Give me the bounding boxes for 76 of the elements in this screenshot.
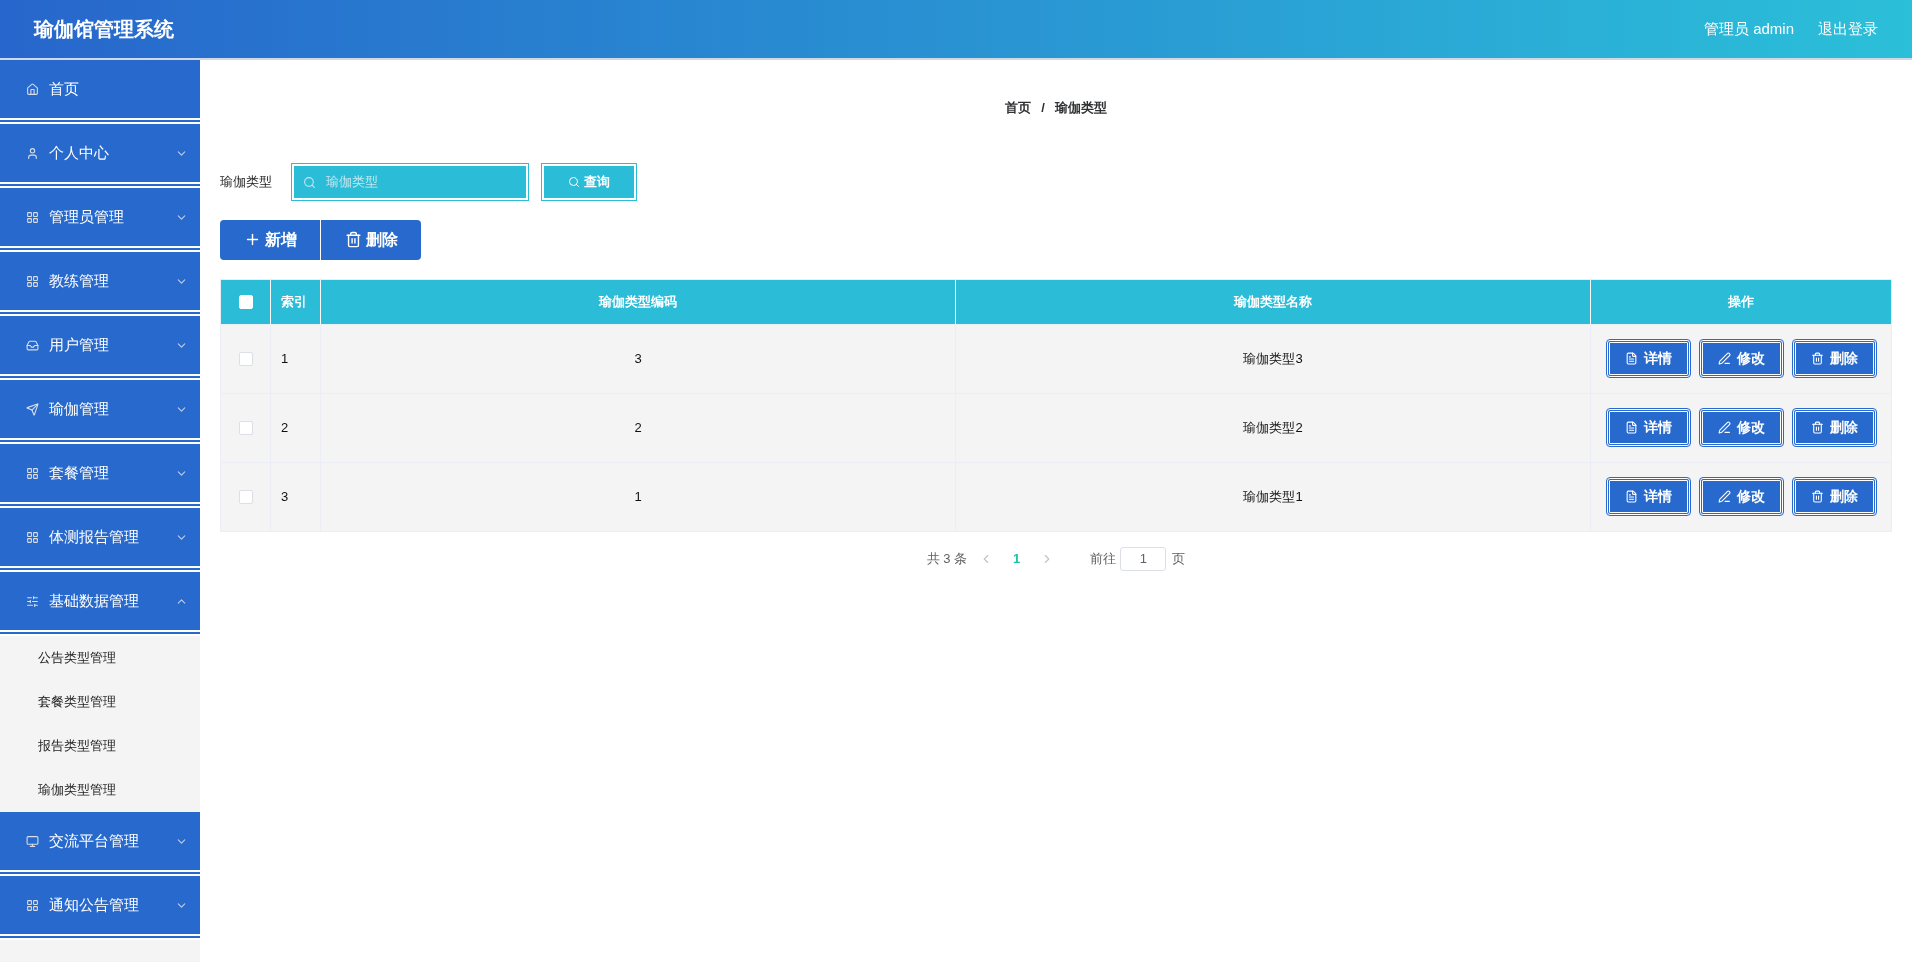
pencil-icon	[1717, 490, 1731, 503]
sidebar-item[interactable]: 管理员管理	[0, 188, 200, 252]
sidebar-item[interactable]: 首页	[0, 60, 200, 124]
home-icon	[26, 82, 39, 96]
search-icon	[303, 175, 316, 189]
search-icon	[568, 175, 580, 188]
delete-button[interactable]: 删除	[1792, 340, 1876, 377]
column-header: 瑜伽类型编码	[599, 292, 677, 311]
paper-plane-icon	[26, 402, 39, 416]
table-cell-text: 1	[634, 487, 642, 506]
document-icon	[1624, 490, 1638, 503]
submenu-item[interactable]: 瑜伽类型管理	[0, 768, 200, 812]
user-name: 管理员 admin	[1703, 18, 1794, 39]
table-cell-text: 瑜伽类型3	[1243, 349, 1303, 368]
checkbox[interactable]	[238, 489, 253, 504]
sidebar-item[interactable]: 通知公告管理	[0, 876, 200, 940]
page-input[interactable]: 1	[1120, 546, 1167, 571]
table-cell-text: 3	[634, 349, 642, 368]
sidebar-item[interactable]: 交流平台管理	[0, 812, 200, 876]
grid-icon	[26, 530, 39, 544]
table-cell-text: 1	[281, 349, 289, 368]
goto-label: 前往	[1090, 549, 1117, 568]
table-cell-text: 3	[281, 487, 289, 506]
tray-icon	[26, 338, 39, 352]
search-label: 瑜伽类型	[220, 172, 273, 191]
grid-icon	[26, 210, 39, 224]
sidebar-item[interactable]: 个人中心	[0, 124, 200, 188]
delete-button[interactable]: 删除	[321, 219, 421, 260]
checkbox[interactable]	[238, 420, 253, 435]
sidebar-item[interactable]: 瑜伽管理	[0, 380, 200, 444]
edit-button[interactable]: 修改	[1699, 340, 1783, 377]
document-icon	[1624, 352, 1638, 365]
monitor-icon	[26, 834, 39, 848]
checkbox[interactable]	[238, 351, 253, 366]
delete-button[interactable]: 删除	[1792, 478, 1876, 515]
document-icon	[1624, 421, 1638, 434]
pencil-icon	[1717, 421, 1731, 434]
breadcrumb-separator: /	[1041, 99, 1045, 117]
table-cell-text: 2	[634, 418, 642, 437]
pencil-icon	[1717, 352, 1731, 365]
sidebar-item[interactable]: 基础数据管理	[0, 572, 200, 636]
page-suffix: 页	[1172, 549, 1186, 568]
grid-icon	[26, 274, 39, 288]
trash-icon	[1810, 352, 1824, 365]
edit-button[interactable]: 修改	[1699, 478, 1783, 515]
delete-button[interactable]: 删除	[1792, 409, 1876, 446]
sliders-icon	[26, 594, 39, 608]
table-cell-text: 2	[281, 418, 289, 437]
sidebar-item[interactable]: 教练管理	[0, 252, 200, 316]
breadcrumb-item[interactable]: 首页	[1005, 98, 1032, 118]
table-cell-text: 瑜伽类型1	[1243, 487, 1303, 506]
submenu-item[interactable]: 套餐类型管理	[0, 680, 200, 724]
column-header: 操作	[1728, 292, 1754, 311]
user-icon	[26, 146, 39, 160]
total-count: 共 3 条	[926, 549, 968, 568]
submenu-item[interactable]: 公告类型管理	[0, 636, 200, 680]
details-button[interactable]: 详情	[1606, 340, 1690, 377]
details-button[interactable]: 详情	[1606, 478, 1690, 515]
table-cell-text: 瑜伽类型2	[1243, 418, 1303, 437]
trash-icon	[1810, 490, 1824, 503]
grid-icon	[26, 466, 39, 480]
details-button[interactable]: 详情	[1606, 409, 1690, 446]
sidebar-item[interactable]: 用户管理	[0, 316, 200, 380]
search-field[interactable]: 瑜伽类型	[292, 163, 528, 200]
trash-icon	[344, 231, 362, 248]
breadcrumb-item[interactable]: 瑜伽类型	[1054, 98, 1107, 118]
add-button[interactable]: 新增	[220, 219, 320, 260]
column-header: 索引	[281, 292, 307, 311]
app-title: 瑜伽馆管理系统	[34, 17, 174, 42]
submenu-item[interactable]: 报告类型管理	[0, 724, 200, 768]
sidebar-item[interactable]: 体测报告管理	[0, 508, 200, 572]
edit-button[interactable]: 修改	[1699, 409, 1783, 446]
column-header: 瑜伽类型名称	[1234, 292, 1312, 311]
trash-icon	[1810, 421, 1824, 434]
sidebar-item[interactable]: 套餐管理	[0, 444, 200, 508]
grid-icon	[26, 898, 39, 912]
